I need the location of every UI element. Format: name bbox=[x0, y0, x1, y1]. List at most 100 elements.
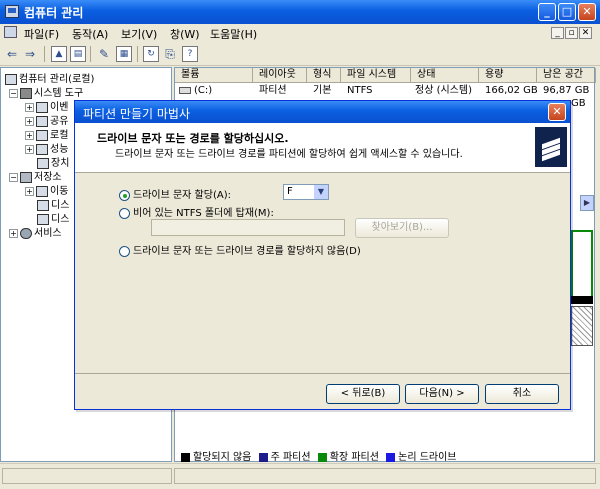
option-assign-drive-letter[interactable]: 드라이브 문자 할당(A): bbox=[119, 186, 231, 201]
mdi-close-button[interactable]: ✕ bbox=[579, 27, 592, 39]
collapse-icon[interactable]: − bbox=[9, 88, 18, 98]
cell-volume: (C:) bbox=[179, 84, 212, 97]
minimize-button[interactable]: _ bbox=[538, 3, 556, 21]
expand-icon[interactable]: + bbox=[25, 116, 34, 126]
header-subtitle: 드라이브 문자 또는 드라이브 경로를 파티션에 할당하여 쉽게 액세스할 수 … bbox=[115, 149, 463, 160]
legend-label-logical: 논리 드라이브 bbox=[398, 452, 457, 463]
tree-item-event-viewer[interactable]: + 이벤 bbox=[25, 98, 68, 113]
help-icon[interactable]: ? bbox=[182, 46, 198, 62]
tree-item-performance[interactable]: + 성능 bbox=[25, 140, 68, 155]
storage-icon bbox=[20, 171, 32, 183]
cell-layout: 파티션 bbox=[259, 85, 287, 96]
legend-swatch-primary bbox=[258, 452, 268, 462]
drive-letter-value: F bbox=[287, 186, 293, 197]
radio-mount-folder[interactable] bbox=[119, 207, 130, 219]
expand-icon[interactable]: + bbox=[9, 228, 18, 238]
refresh-icon[interactable]: ↻ bbox=[143, 46, 159, 62]
cell-free-space: 96,87 GB bbox=[543, 85, 590, 96]
tree-item-device-manager[interactable]: 장치 bbox=[37, 154, 69, 169]
close-button[interactable]: ✕ bbox=[578, 3, 596, 21]
status-pane bbox=[2, 468, 172, 484]
disk-management-icon bbox=[37, 213, 49, 225]
legend-label-unallocated: 할당되지 않음 bbox=[193, 452, 252, 463]
expand-icon[interactable]: + bbox=[25, 102, 34, 112]
column-free-space[interactable]: 남은 공간 bbox=[537, 68, 596, 83]
column-filesystem[interactable]: 파일 시스템 bbox=[341, 68, 411, 83]
tree-item-system-tools[interactable]: − 시스템 도구 bbox=[9, 84, 83, 99]
chevron-down-icon[interactable]: ▼ bbox=[314, 185, 328, 199]
properties-icon[interactable]: ✎ bbox=[96, 46, 112, 62]
cell-status: 정상 (시스템) bbox=[415, 85, 472, 96]
status-pane bbox=[174, 468, 596, 484]
menu-view[interactable]: 보기(V) bbox=[121, 26, 157, 42]
legend-label-primary: 주 파티션 bbox=[270, 452, 311, 463]
maximize-button[interactable]: □ bbox=[558, 3, 576, 21]
next-button[interactable]: 다음(N) > bbox=[405, 384, 479, 404]
toolbar: ⇐ ⇒ ▲ ▤ ✎ ▦ ↻ ⎘ ? bbox=[0, 42, 600, 66]
expand-icon[interactable]: + bbox=[25, 144, 34, 154]
status-bar bbox=[0, 463, 600, 489]
tree-root[interactable]: 컴퓨터 관리(로컬) bbox=[5, 70, 94, 85]
column-status[interactable]: 상태 bbox=[411, 68, 479, 83]
services-icon bbox=[20, 227, 32, 239]
users-icon bbox=[36, 129, 48, 141]
mdi-minimize-button[interactable]: _ bbox=[551, 27, 564, 39]
option-mount-ntfs-folder[interactable]: 비어 있는 NTFS 폴더에 탑재(M): bbox=[119, 204, 274, 219]
collapse-icon[interactable]: − bbox=[9, 172, 18, 182]
dialog-title: 파티션 만들기 마법사 bbox=[83, 107, 190, 121]
mdi-restore-button[interactable]: ▫ bbox=[565, 27, 578, 39]
expand-icon[interactable]: + bbox=[25, 130, 34, 140]
partition-wizard-dialog: 파티션 만들기 마법사 ✕ 드라이브 문자 또는 경로를 할당하십시오. 드라이… bbox=[74, 100, 571, 410]
export-icon[interactable]: ⎘ bbox=[162, 46, 178, 62]
tree-item-disk-management[interactable]: 디스 bbox=[37, 210, 69, 225]
tree-item-local-users[interactable]: + 로컬 bbox=[25, 126, 68, 141]
radio-assign-letter[interactable] bbox=[119, 189, 130, 201]
back-arrow-icon[interactable]: ⇐ bbox=[4, 46, 20, 62]
scroll-right-arrow[interactable]: ▶ bbox=[580, 195, 594, 211]
computer-icon bbox=[5, 73, 17, 85]
cell-type: 기본 bbox=[313, 85, 332, 96]
show-hide-tree-icon[interactable]: ▤ bbox=[70, 46, 86, 62]
tree-item-shared-folders[interactable]: + 공유 bbox=[25, 112, 68, 127]
cancel-button[interactable]: 취소 bbox=[485, 384, 559, 404]
expand-icon[interactable]: + bbox=[25, 186, 34, 196]
column-layout[interactable]: 레이아웃 bbox=[253, 68, 307, 83]
radio-no-assignment[interactable] bbox=[119, 245, 130, 257]
folder-path-input[interactable] bbox=[151, 219, 345, 236]
document-icon bbox=[4, 26, 17, 38]
tree-item-label: 서비스 bbox=[34, 228, 62, 239]
toolbar-separator bbox=[90, 46, 91, 62]
menu-bar: 파일(F) 동작(A) 보기(V) 창(W) 도움말(H) _ ▫ ✕ bbox=[0, 24, 600, 42]
main-title-bar[interactable]: 컴퓨터 관리 _ □ ✕ bbox=[0, 0, 600, 24]
drive-letter-select[interactable]: F ▼ bbox=[283, 184, 329, 200]
tree-item-removable-storage[interactable]: + 이동 bbox=[25, 182, 68, 197]
toolbar-separator bbox=[44, 46, 45, 62]
option-no-assignment[interactable]: 드라이브 문자 또는 드라이브 경로를 할당하지 않음(D) bbox=[119, 242, 361, 257]
column-capacity[interactable]: 용량 bbox=[479, 68, 537, 83]
tree-item-disk-defrag[interactable]: 디스 bbox=[37, 196, 69, 211]
dialog-close-button[interactable]: ✕ bbox=[548, 103, 566, 121]
back-button[interactable]: < 뒤로(B) bbox=[326, 384, 400, 404]
tree-item-storage[interactable]: − 저장소 bbox=[9, 168, 62, 183]
legend-swatch-unallocated bbox=[181, 452, 190, 462]
column-type[interactable]: 형식 bbox=[307, 68, 341, 83]
cell-volume-text: (C:) bbox=[194, 85, 213, 96]
forward-arrow-icon[interactable]: ⇒ bbox=[22, 46, 38, 62]
disk-stack-icon bbox=[535, 127, 567, 167]
menu-help[interactable]: 도움말(H) bbox=[210, 26, 257, 42]
up-folder-icon[interactable]: ▲ bbox=[51, 46, 67, 62]
list-view-icon[interactable]: ▦ bbox=[116, 46, 132, 62]
dialog-title-bar[interactable]: 파티션 만들기 마법사 ✕ bbox=[75, 101, 570, 123]
event-viewer-icon bbox=[36, 101, 48, 113]
menu-window[interactable]: 창(W) bbox=[170, 26, 200, 42]
column-volume[interactable]: 볼륨 bbox=[175, 68, 253, 83]
browse-button[interactable]: 찾아보기(B)... bbox=[355, 218, 449, 238]
menu-file[interactable]: 파일(F) bbox=[24, 26, 59, 42]
disk-graphic bbox=[571, 296, 593, 304]
tree-item-services[interactable]: + 서비스 bbox=[9, 224, 62, 239]
dialog-separator bbox=[75, 373, 570, 374]
tools-icon bbox=[20, 87, 32, 99]
legend-label-extended: 확장 파티션 bbox=[329, 452, 379, 463]
window-title: 컴퓨터 관리 bbox=[24, 6, 84, 20]
menu-action[interactable]: 동작(A) bbox=[72, 26, 108, 42]
